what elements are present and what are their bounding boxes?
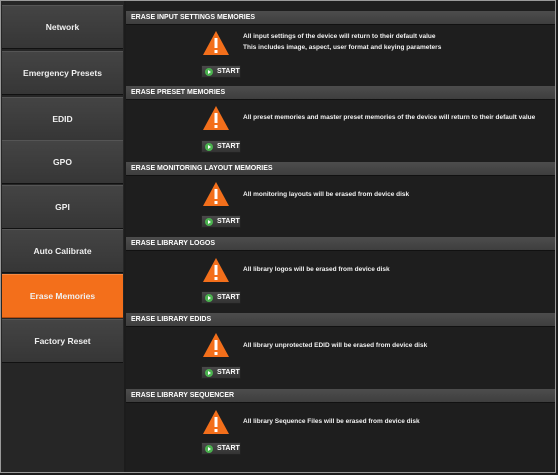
start-button-label: START (217, 143, 240, 150)
play-icon (205, 293, 213, 302)
sidebar-item-gpo[interactable]: GPO (2, 140, 123, 184)
section-message: All library logos will be erased from de… (243, 266, 390, 273)
play-icon (205, 142, 213, 151)
start-button-label: START (217, 294, 240, 301)
start-button-library-edids[interactable]: START (201, 366, 241, 379)
main-content: ERASE INPUT SETTINGS MEMORIES All input … (126, 1, 555, 472)
section-message: All monitoring layouts will be erased fr… (243, 191, 410, 198)
sidebar-item-erase-memories[interactable]: Erase Memories (2, 274, 123, 318)
sidebar-item-emergency-presets[interactable]: Emergency Presets (2, 51, 123, 95)
start-button-label: START (217, 218, 240, 225)
section-message: All input settings of the device will re… (243, 33, 436, 40)
warning-icon (203, 31, 229, 55)
start-button-label: START (217, 369, 240, 376)
section-header-library-edids: ERASE LIBRARY EDIDS (126, 313, 555, 327)
section-header-input-settings: ERASE INPUT SETTINGS MEMORIES (126, 11, 555, 25)
warning-icon (203, 258, 229, 282)
start-button-preset[interactable]: START (201, 140, 241, 153)
play-icon (205, 444, 213, 453)
warning-icon (203, 182, 229, 206)
sidebar-item-label: Auto Calibrate (33, 246, 92, 256)
start-button-library-logos[interactable]: START (201, 291, 241, 304)
play-icon (205, 217, 213, 226)
play-icon (205, 368, 213, 377)
sidebar-item-label: Emergency Presets (23, 68, 102, 78)
section-header-monitoring-layout: ERASE MONITORING LAYOUT MEMORIES (126, 162, 555, 176)
start-button-label: START (217, 445, 240, 452)
sidebar-item-label: Network (45, 22, 80, 32)
section-header-library-sequencer: ERASE LIBRARY SEQUENCER (126, 389, 555, 403)
sidebar-item-label: EDID (52, 114, 73, 124)
sidebar-item-gpi[interactable]: GPI (2, 185, 123, 229)
start-button-monitoring-layout[interactable]: START (201, 215, 241, 228)
sidebar-item-label: Erase Memories (29, 291, 96, 301)
sidebar-item-label: Factory Reset (34, 336, 91, 346)
warning-icon (203, 410, 229, 434)
sidebar-item-label: GPO (53, 157, 72, 167)
start-button-input-settings[interactable]: START (201, 65, 241, 78)
app-window: Network Emergency Presets EDID GPO GPI A… (0, 0, 556, 473)
warning-icon (203, 106, 229, 130)
section-header-library-logos: ERASE LIBRARY LOGOS (126, 237, 555, 251)
sidebar-item-edid[interactable]: EDID (2, 97, 123, 141)
sidebar-item-label: GPI (55, 202, 70, 212)
sidebar-item-factory-reset[interactable]: Factory Reset (2, 319, 123, 363)
sidebar-item-auto-calibrate[interactable]: Auto Calibrate (2, 229, 123, 273)
warning-icon (203, 333, 229, 357)
section-message: All library unprotected EDID will be era… (243, 342, 428, 349)
sidebar-item-network[interactable]: Network (2, 5, 123, 49)
section-message: All preset memories and master preset me… (243, 114, 536, 121)
section-message: All library Sequence Files will be erase… (243, 418, 420, 425)
sidebar: Network Emergency Presets EDID GPO GPI A… (1, 1, 124, 472)
section-header-preset: ERASE PRESET MEMORIES (126, 86, 555, 100)
start-button-label: START (217, 68, 240, 75)
section-message: This includes image, aspect, user format… (243, 44, 442, 51)
start-button-library-sequencer[interactable]: START (201, 442, 241, 455)
play-icon (205, 67, 213, 76)
